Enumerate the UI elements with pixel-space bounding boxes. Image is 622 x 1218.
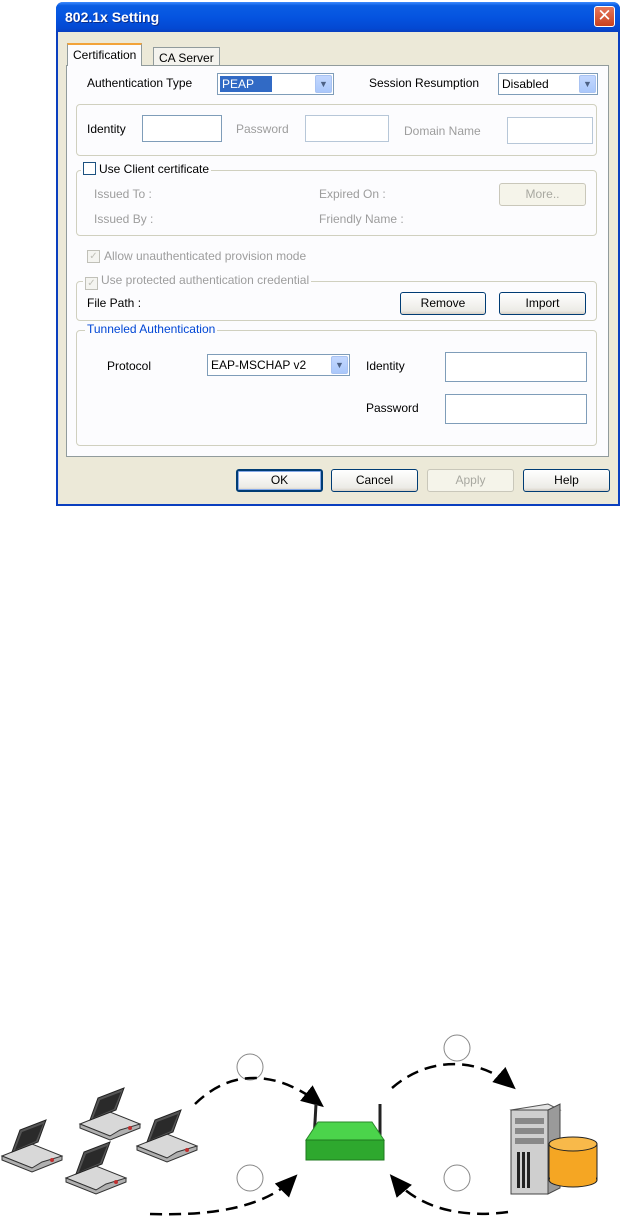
client-certificate-legend: Use Client certificate	[81, 162, 212, 176]
close-icon: ✕	[597, 6, 612, 25]
domain-name-label: Domain Name	[404, 124, 481, 138]
session-resumption-value: Disabled	[502, 77, 549, 91]
allow-unauthenticated-checkbox[interactable]: ✓	[87, 250, 100, 263]
cancel-button[interactable]: Cancel	[331, 469, 418, 492]
password-field[interactable]	[305, 115, 389, 142]
network-diagram	[0, 1034, 598, 1216]
arrow-ap-to-server	[391, 1062, 516, 1090]
access-point-icon	[305, 1103, 385, 1161]
step-circle	[236, 1164, 264, 1192]
issued-by-label: Issued By :	[94, 212, 154, 226]
laptop-icon	[135, 1109, 199, 1163]
arrow-ap-to-clients	[149, 1174, 298, 1216]
laptop-icon	[64, 1141, 128, 1195]
auth-type-select[interactable]: PEAP ▼	[217, 73, 334, 95]
tab-ca-server-label: CA Server	[159, 51, 214, 65]
window-title: 802.1x Setting	[65, 9, 160, 25]
domain-name-field[interactable]	[507, 117, 593, 144]
chevron-down-icon[interactable]: ▼	[331, 356, 348, 374]
chevron-down-icon[interactable]: ▼	[579, 75, 596, 93]
expired-on-label: Expired On :	[319, 187, 386, 201]
protocol-label: Protocol	[107, 359, 152, 373]
tunneled-password-field[interactable]	[445, 394, 587, 424]
protocol-select[interactable]: EAP-MSCHAP v2 ▼	[207, 354, 350, 376]
use-protected-credential-checkbox[interactable]: ✓	[85, 277, 98, 290]
arrow-clients-to-ap	[194, 1076, 324, 1108]
laptop-icon	[78, 1087, 142, 1141]
step-circle	[236, 1053, 264, 1081]
protocol-value: EAP-MSCHAP v2	[211, 358, 307, 372]
session-resumption-select[interactable]: Disabled ▼	[498, 73, 598, 95]
ok-button[interactable]: OK	[236, 469, 323, 492]
chevron-down-icon[interactable]: ▼	[315, 75, 332, 93]
protected-credential-legend: ✓ Use protected authentication credential	[83, 273, 312, 290]
laptop-icon	[0, 1119, 64, 1173]
title-bar[interactable]: 802.1x Setting ✕	[56, 2, 620, 32]
step-circle	[443, 1034, 471, 1062]
issued-to-label: Issued To :	[94, 187, 152, 201]
tab-certification[interactable]: Certification	[67, 43, 143, 66]
use-client-certificate-label: Use Client certificate	[99, 162, 210, 176]
tab-ca-server[interactable]: CA Server	[153, 47, 220, 67]
tab-panel-certification: Authentication Type PEAP ▼ Session Resum…	[66, 65, 609, 457]
identity-field[interactable]	[142, 115, 222, 142]
tunneled-identity-label: Identity	[366, 359, 405, 373]
auth-type-value: PEAP	[220, 76, 273, 92]
tunneled-identity-field[interactable]	[445, 352, 587, 382]
tunneled-authentication-legend: Tunneled Authentication	[85, 322, 218, 336]
remove-button[interactable]: Remove	[400, 292, 486, 315]
auth-type-label: Authentication Type	[87, 76, 193, 90]
identity-label: Identity	[87, 122, 126, 136]
friendly-name-label: Friendly Name :	[319, 212, 404, 226]
help-button[interactable]: Help	[523, 469, 610, 492]
apply-button[interactable]: Apply	[427, 469, 514, 492]
tunneled-authentication-group	[76, 330, 597, 446]
step-circle	[443, 1164, 471, 1192]
allow-unauthenticated-label: Allow unauthenticated provision mode	[104, 249, 307, 263]
password-label: Password	[236, 122, 289, 136]
more-button[interactable]: More..	[499, 183, 586, 206]
file-path-label: File Path :	[87, 296, 142, 310]
use-client-certificate-checkbox[interactable]	[83, 162, 96, 175]
tunneled-password-label: Password	[366, 401, 419, 415]
dialog-802-1x-setting: 802.1x Setting ✕ Certification CA Server…	[56, 2, 620, 506]
use-protected-credential-label: Use protected authentication credential	[101, 273, 310, 287]
database-icon	[548, 1136, 598, 1188]
tab-certification-label: Certification	[73, 48, 137, 62]
import-button[interactable]: Import	[499, 292, 586, 315]
close-button[interactable]: ✕	[594, 6, 615, 27]
session-resumption-label: Session Resumption	[369, 76, 480, 90]
